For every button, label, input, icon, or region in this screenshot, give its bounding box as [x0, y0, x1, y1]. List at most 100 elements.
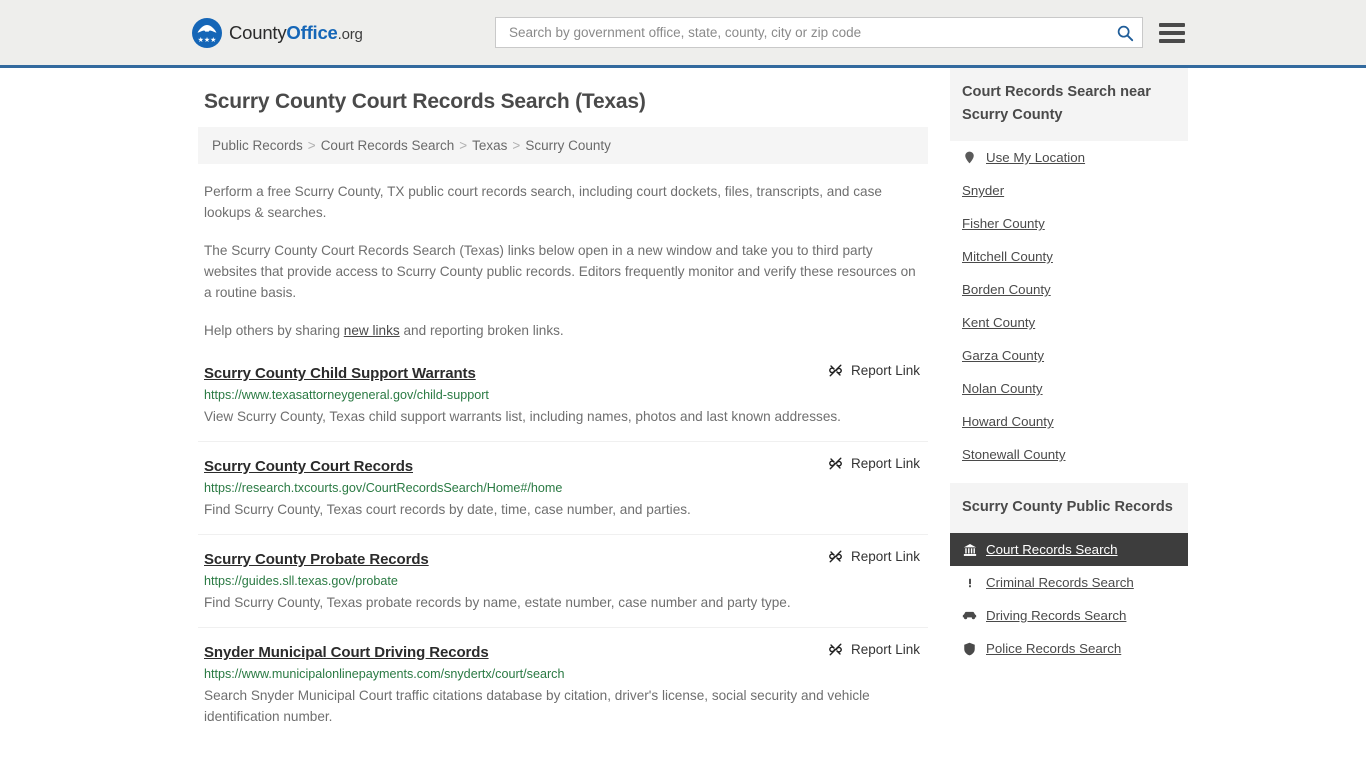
- logo-text-org: .org: [337, 25, 363, 43]
- report-link-button[interactable]: Report Link: [808, 363, 920, 378]
- sidebar-item-label: Fisher County: [962, 216, 1045, 231]
- broken-link-icon: [829, 643, 842, 656]
- report-link-button[interactable]: Report Link: [808, 642, 920, 657]
- hamburger-bar: [1159, 22, 1185, 27]
- sidebar-item-label: Snyder: [962, 183, 1005, 198]
- result-title-link[interactable]: Scurry County Court Records: [204, 458, 413, 475]
- public-records-panel: Scurry County Public Records Court Recor…: [950, 483, 1188, 665]
- logo-stars: ★★★: [197, 36, 217, 44]
- result-url: https://research.txcourts.gov/CourtRecor…: [204, 481, 563, 495]
- police-shield-icon: [962, 641, 977, 656]
- breadcrumb-item-court-records-search[interactable]: Court Records Search: [321, 138, 455, 153]
- result-url: https://www.municipalonlinepayments.com/…: [204, 667, 565, 681]
- sidebar-item-label: Criminal Records Search: [986, 575, 1134, 590]
- sidebar-item-label: Borden County: [962, 282, 1051, 297]
- search-box[interactable]: [495, 17, 1143, 48]
- sidebar-item-label: Court Records Search: [986, 542, 1118, 557]
- nearby-panel: Court Records Search near Scurry County …: [950, 68, 1188, 471]
- breadcrumb-item-public-records[interactable]: Public Records: [212, 138, 303, 153]
- hamburger-bar: [1159, 30, 1185, 35]
- site-logo[interactable]: ★★★ CountyOffice.org: [192, 17, 363, 48]
- report-link-button[interactable]: Report Link: [808, 456, 920, 471]
- sidebar-item-mitchell-county[interactable]: Mitchell County: [950, 240, 1188, 273]
- result-item: Scurry County Child Support Warrants Rep…: [198, 363, 928, 442]
- sidebar: Court Records Search near Scurry County …: [950, 68, 1188, 755]
- sidebar-item-stonewall-county[interactable]: Stonewall County: [950, 438, 1188, 471]
- intro-paragraph-2: The Scurry County Court Records Search (…: [204, 243, 916, 300]
- nearby-panel-heading: Court Records Search near Scurry County: [950, 68, 1188, 141]
- public-records-links-list: Court Records Search Criminal Records Se…: [950, 533, 1188, 665]
- header-search-area: [495, 17, 1185, 48]
- result-description: Search Snyder Municipal Court traffic ci…: [204, 688, 870, 724]
- result-description: Find Scurry County, Texas court records …: [204, 502, 691, 517]
- sidebar-item-court-records-search[interactable]: Court Records Search: [950, 533, 1188, 566]
- logo-wordmark: CountyOffice.org: [229, 22, 363, 44]
- result-title-link[interactable]: Snyder Municipal Court Driving Records: [204, 644, 489, 661]
- sidebar-item-nolan-county[interactable]: Nolan County: [950, 372, 1188, 405]
- logo-text-county: County: [229, 21, 287, 43]
- result-header: Snyder Municipal Court Driving Records R…: [204, 642, 920, 661]
- breadcrumb: Public Records > Court Records Search > Texa…: [198, 127, 928, 164]
- result-header: Scurry County Court Records Report Link: [204, 456, 920, 475]
- sidebar-item-label: Howard County: [962, 414, 1054, 429]
- result-description: Find Scurry County, Texas probate record…: [204, 595, 791, 610]
- sidebar-item-label: Stonewall County: [962, 447, 1066, 462]
- sidebar-item-kent-county[interactable]: Kent County: [950, 306, 1188, 339]
- sidebar-item-police-records-search[interactable]: Police Records Search: [950, 632, 1188, 665]
- intro-text: Perform a free Scurry County, TX public …: [198, 181, 928, 341]
- exclamation-icon: [962, 575, 977, 590]
- sidebar-item-label: Mitchell County: [962, 249, 1053, 264]
- report-link-label: Report Link: [850, 549, 920, 564]
- sidebar-item-borden-county[interactable]: Borden County: [950, 273, 1188, 306]
- breadcrumb-separator: >: [512, 138, 521, 153]
- sidebar-item-label: Garza County: [962, 348, 1045, 363]
- report-link-button[interactable]: Report Link: [808, 549, 920, 564]
- broken-link-icon: [829, 364, 842, 377]
- breadcrumb-separator: >: [307, 138, 316, 153]
- intro-p3-after: and reporting broken links.: [399, 323, 564, 338]
- sidebar-item-label: Kent County: [962, 315, 1036, 330]
- breadcrumb-separator: >: [459, 138, 468, 153]
- intro-paragraph-1: Perform a free Scurry County, TX public …: [204, 184, 882, 220]
- sidebar-item-criminal-records-search[interactable]: Criminal Records Search: [950, 566, 1188, 599]
- site-header: ★★★ CountyOffice.org: [0, 0, 1366, 68]
- panel-spacer: [950, 475, 1188, 483]
- result-header: Scurry County Child Support Warrants Rep…: [204, 363, 920, 382]
- sidebar-item-howard-county[interactable]: Howard County: [950, 405, 1188, 438]
- sidebar-item-fisher-county[interactable]: Fisher County: [950, 207, 1188, 240]
- search-icon[interactable]: [1116, 24, 1134, 42]
- hamburger-bar: [1159, 38, 1185, 43]
- result-title-link[interactable]: Scurry County Child Support Warrants: [204, 365, 476, 382]
- intro-p3-before: Help others by sharing: [204, 323, 344, 338]
- courthouse-icon: [962, 542, 977, 557]
- broken-link-icon: [829, 457, 842, 470]
- result-url: https://guides.sll.texas.gov/probate: [204, 574, 398, 588]
- result-description: View Scurry County, Texas child support …: [204, 409, 841, 424]
- breadcrumb-item-texas[interactable]: Texas: [472, 138, 507, 153]
- sidebar-item-label: Driving Records Search: [986, 608, 1127, 623]
- new-links-link[interactable]: new links: [344, 323, 400, 338]
- car-icon: [962, 608, 977, 623]
- sidebar-item-label: Nolan County: [962, 381, 1043, 396]
- page-body: Scurry County Court Records Search (Texa…: [0, 68, 1366, 755]
- report-link-label: Report Link: [850, 363, 920, 378]
- public-records-panel-heading: Scurry County Public Records: [950, 483, 1188, 533]
- eagle-seal-icon: ★★★: [192, 17, 222, 48]
- sidebar-item-garza-county[interactable]: Garza County: [950, 339, 1188, 372]
- sidebar-item-driving-records-search[interactable]: Driving Records Search: [950, 599, 1188, 632]
- nearby-links-list: Use My Location Snyder Fisher County Mit…: [950, 141, 1188, 471]
- main-content: Scurry County Court Records Search (Texa…: [198, 68, 928, 755]
- hamburger-menu-icon[interactable]: [1159, 22, 1185, 43]
- search-input[interactable]: [507, 24, 1112, 41]
- logo-text-office: Office: [286, 21, 338, 43]
- map-pin-icon: [962, 150, 977, 165]
- result-title-link[interactable]: Scurry County Probate Records: [204, 551, 429, 568]
- results-list: Scurry County Child Support Warrants Rep…: [198, 363, 928, 741]
- report-link-label: Report Link: [850, 642, 920, 657]
- sidebar-item-label: Police Records Search: [986, 641, 1122, 656]
- breadcrumb-item-scurry-county[interactable]: Scurry County: [525, 138, 611, 153]
- page-title: Scurry County Court Records Search (Texa…: [204, 90, 646, 113]
- sidebar-item-snyder[interactable]: Snyder: [950, 174, 1188, 207]
- sidebar-item-use-my-location[interactable]: Use My Location: [950, 141, 1188, 174]
- broken-link-icon: [829, 550, 842, 563]
